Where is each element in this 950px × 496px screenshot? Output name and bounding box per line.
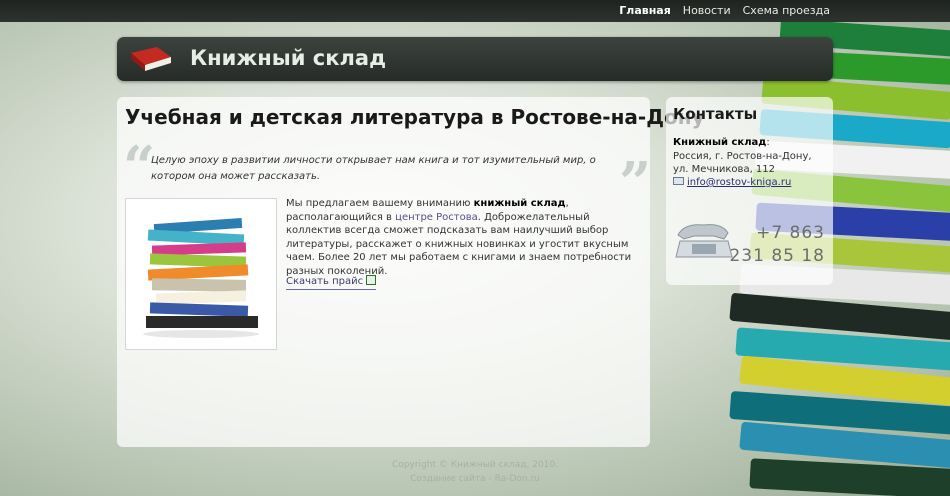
nav-home-link[interactable]: Главная [619, 4, 671, 17]
books-stack-image [143, 217, 259, 338]
site-title[interactable]: Книжный склад [190, 46, 386, 70]
envelope-icon [673, 177, 684, 185]
intro-bold-text: книжный склад [473, 198, 566, 209]
footer: Copyright © Книжный склад, 2010. Создани… [350, 458, 600, 486]
email-row: info@rostov-kniga.ru [673, 177, 791, 188]
address-city: Россия, г. Ростов-на-Дону, [673, 150, 812, 162]
download-price-label: Скачать прайс [286, 276, 364, 287]
nav-news-link[interactable]: Новости [683, 4, 731, 17]
center-location-link[interactable]: центре Ростова [395, 212, 478, 223]
intro-text-before: Мы предлагаем вашему вниманию [286, 198, 474, 209]
footer-credit-link[interactable]: Создание сайта - Ra-Don.ru [350, 472, 600, 486]
quote-text: Целую эпоху в развитии личности открывае… [151, 155, 596, 182]
contacts-address: Книжный склад: Россия, г. Ростов-на-Дону… [673, 136, 828, 177]
company-colon: : [766, 137, 770, 148]
top-nav: Главная Новости Схема проезда [607, 4, 830, 17]
company-name: Книжный склад [673, 137, 767, 148]
email-link[interactable]: info@rostov-kniga.ru [687, 177, 791, 188]
contacts-panel: Контакты Книжный склад: Россия, г. Росто… [666, 97, 833, 285]
footer-copyright: Copyright © Книжный склад, 2010. [392, 460, 558, 470]
main-content-panel: Учебная и детская литература в Ростове-н… [117, 97, 705, 447]
books-photo [125, 198, 277, 350]
phone-number: 231 85 18 [729, 246, 825, 266]
intro-paragraph: Мы предлагаем вашему вниманию книжный ск… [286, 197, 638, 278]
contacts-title: Контакты [673, 105, 758, 123]
telephone-icon [675, 224, 733, 258]
page-title: Учебная и детская литература в Ростове-н… [125, 105, 705, 129]
site-header: Книжный склад [117, 37, 833, 81]
address-street: ул. Мечникова, 112 [673, 164, 776, 175]
top-nav-bar: Главная Новости Схема проезда [0, 0, 950, 22]
download-price-link[interactable]: Скачать прайс [286, 275, 377, 290]
excel-icon [366, 275, 377, 285]
book-icon [131, 47, 171, 71]
nav-map-link[interactable]: Схема проезда [743, 4, 830, 17]
phone-code: +7 863 [756, 223, 825, 243]
